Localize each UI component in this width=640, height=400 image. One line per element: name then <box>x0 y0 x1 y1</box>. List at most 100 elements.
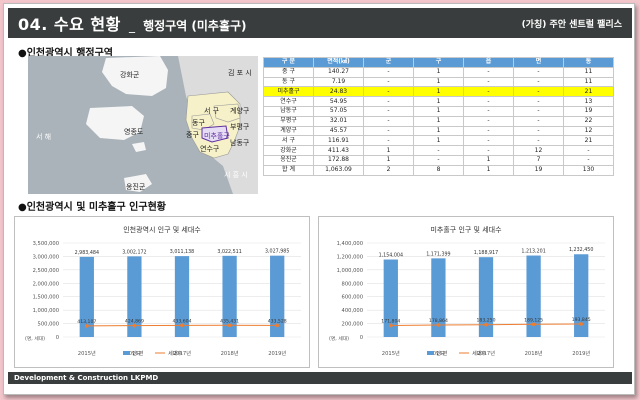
table-cell: - <box>463 86 514 98</box>
table-header-cell: 구 <box>413 57 464 68</box>
title-separator: _ <box>128 19 135 33</box>
table-cell: 12 <box>563 125 614 137</box>
map-label-yeongjong: 영종도 <box>124 128 144 136</box>
table-cell: 미추홀구 <box>263 86 314 98</box>
table-cell: 1,063.09 <box>313 164 364 176</box>
table-cell: - <box>513 125 564 137</box>
y-tick-label: 2,000,000 <box>33 281 59 287</box>
table-cell: - <box>513 76 564 88</box>
legend-label-households: 세대수 <box>168 349 183 357</box>
line-data-label: 178,864 <box>429 318 448 324</box>
legend-label-population: 인구 <box>436 350 446 357</box>
table-cell: - <box>463 76 514 88</box>
table-cell: - <box>413 145 464 156</box>
table-cell: 1 <box>413 86 464 98</box>
x-tick-label: 2019년 <box>268 349 286 357</box>
y-tick-label: 3,000,000 <box>33 254 59 260</box>
legend-label-population: 인구 <box>132 350 142 357</box>
header-bar: 04. 수요 현황 _ 행정구역 (미추홀구) (가칭) 주안 센트럴 팰리스 <box>8 8 632 38</box>
x-tick-label: 2019년 <box>572 349 590 357</box>
table-cell: - <box>563 145 614 156</box>
table-cell: 합 계 <box>263 164 314 176</box>
table-cell: 서 구 <box>263 135 314 147</box>
unit-label: (명, 세대) <box>25 335 45 342</box>
y-tick-label: 400,000 <box>342 308 363 314</box>
table-cell: 11 <box>563 76 614 88</box>
map-label-jung: 중구 <box>186 131 199 139</box>
bar-data-label: 1,188,917 <box>474 250 498 256</box>
table-cell: 19 <box>513 164 564 176</box>
y-tick-label: 1,000,000 <box>33 308 59 314</box>
table-cell: 남동구 <box>263 105 314 117</box>
table-cell: 1 <box>363 154 414 166</box>
table-cell: - <box>513 86 564 98</box>
y-tick-label: 0 <box>360 335 363 341</box>
table-cell: 연수구 <box>263 96 314 107</box>
table-cell: 116.91 <box>313 135 364 147</box>
y-tick-label: 1,200,000 <box>337 254 363 260</box>
line-data-label: 183,250 <box>477 318 496 324</box>
table-header-cell: 군 <box>363 57 414 68</box>
table-cell: 1 <box>413 125 464 137</box>
table-row: 강화군 411.43 1- -12- <box>263 145 614 156</box>
bar-data-label: 3,022,511 <box>217 249 241 255</box>
table-cell: - <box>363 135 414 147</box>
table-cell: 8 <box>413 164 464 176</box>
unit-label: (명, 세대) <box>329 335 349 342</box>
table-cell: 계양구 <box>263 125 314 137</box>
table-cell: 1 <box>413 105 464 117</box>
table-cell: 172.88 <box>313 154 364 166</box>
map-label-bupyeong: 부평구 <box>230 123 250 131</box>
table-row: 서 구 116.91-1- -21 <box>263 135 614 147</box>
table-cell: - <box>363 105 414 117</box>
table-cell: 130 <box>563 164 614 176</box>
bar-data-label: 3,011,138 <box>170 249 194 255</box>
table-header-cell: 면 <box>513 57 564 68</box>
line-data-label: 433,604 <box>173 318 192 324</box>
table-cell: 411.43 <box>313 145 364 156</box>
bar-data-label: 1,154,004 <box>379 253 403 259</box>
table-cell: - <box>563 154 614 166</box>
y-tick-label: 1,000,000 <box>337 268 363 274</box>
table-cell: - <box>363 66 414 78</box>
bar-data-label: 1,171,399 <box>426 251 450 257</box>
x-tick-label: 2015년 <box>78 349 96 357</box>
y-tick-label: 600,000 <box>342 295 363 301</box>
table-cell: - <box>463 145 514 156</box>
map-label-ongjin: 옹진군 <box>126 183 146 191</box>
table-cell: 2 <box>363 164 414 176</box>
table-header-cell: 동 <box>563 57 614 68</box>
table-cell: 중 구 <box>263 66 314 78</box>
bar-data-label: 3,027,985 <box>265 249 289 255</box>
bar-data-label: 1,213,201 <box>521 249 545 255</box>
header-title-group: 04. 수요 현황 _ 행정구역 (미추홀구) <box>18 11 247 35</box>
table-cell: 45.57 <box>313 125 364 137</box>
table-row: 중 구 140.27-1- -11 <box>263 66 614 78</box>
table-cell: - <box>413 154 464 166</box>
table-cell: - <box>363 125 414 137</box>
table-cell: 57.05 <box>313 105 364 117</box>
table-cell: - <box>363 86 414 98</box>
y-tick-label: 0 <box>56 335 59 341</box>
x-tick-label: 2015년 <box>382 349 400 357</box>
table-cell: 강화군 <box>263 145 314 156</box>
y-tick-label: 800,000 <box>342 281 363 287</box>
map-label-gimpo: 김 포 시 <box>228 69 252 77</box>
table-cell: 1 <box>413 66 464 78</box>
legend-label-households: 세대수 <box>472 349 487 357</box>
x-tick-label: 2018년 <box>221 349 239 357</box>
legend-swatch-population <box>123 351 130 355</box>
y-tick-label: 1,400,000 <box>337 241 363 247</box>
table-cell: 11 <box>563 66 614 78</box>
chart-incheon-population: 인천광역시 인구 및 세대수 0 500,000 1,000,000 1,500,00… <box>14 216 310 368</box>
table-cell: 21 <box>563 135 614 147</box>
table-cell: 22 <box>563 115 614 127</box>
table-cell: 54.95 <box>313 96 364 107</box>
table-body: 중 구 140.27-1- -11 동 구 7.19-1- -11 미추홀구 24.83-1-… <box>263 66 614 176</box>
project-name: (가칭) 주안 센트럴 팰리스 <box>521 20 622 30</box>
x-tick-label: 2018년 <box>525 349 543 357</box>
table-cell: 24.83 <box>313 86 364 98</box>
table-header-cell: 읍 <box>463 57 514 68</box>
line-data-label: 171,804 <box>381 318 400 324</box>
line-data-label: 189,125 <box>524 317 543 323</box>
